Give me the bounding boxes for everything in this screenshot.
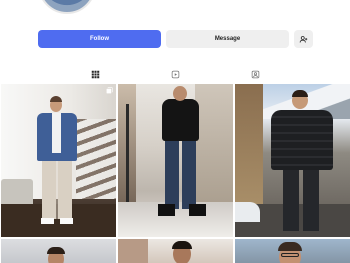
tab-tagged[interactable] <box>215 64 295 84</box>
post-tile[interactable] <box>235 239 350 263</box>
posts-grid <box>0 84 350 263</box>
post-tile[interactable] <box>1 84 116 237</box>
follow-button[interactable]: Follow <box>38 30 161 48</box>
multiple-photos-icon <box>106 87 113 94</box>
profile-tabs <box>0 64 350 85</box>
reels-icon <box>171 70 179 78</box>
profile-actions: Follow Message <box>38 30 313 48</box>
tab-posts[interactable] <box>55 64 135 85</box>
tab-reels[interactable] <box>135 64 215 84</box>
grid-icon <box>91 70 99 78</box>
message-button[interactable]: Message <box>166 30 289 48</box>
profile-avatar[interactable] <box>38 0 96 14</box>
post-tile[interactable] <box>235 84 350 237</box>
post-tile[interactable] <box>118 239 233 263</box>
post-tile[interactable] <box>1 239 116 263</box>
post-tile[interactable] <box>118 84 233 237</box>
suggested-users-button[interactable] <box>294 30 313 48</box>
tagged-icon <box>251 70 259 78</box>
add-user-icon <box>299 35 308 43</box>
